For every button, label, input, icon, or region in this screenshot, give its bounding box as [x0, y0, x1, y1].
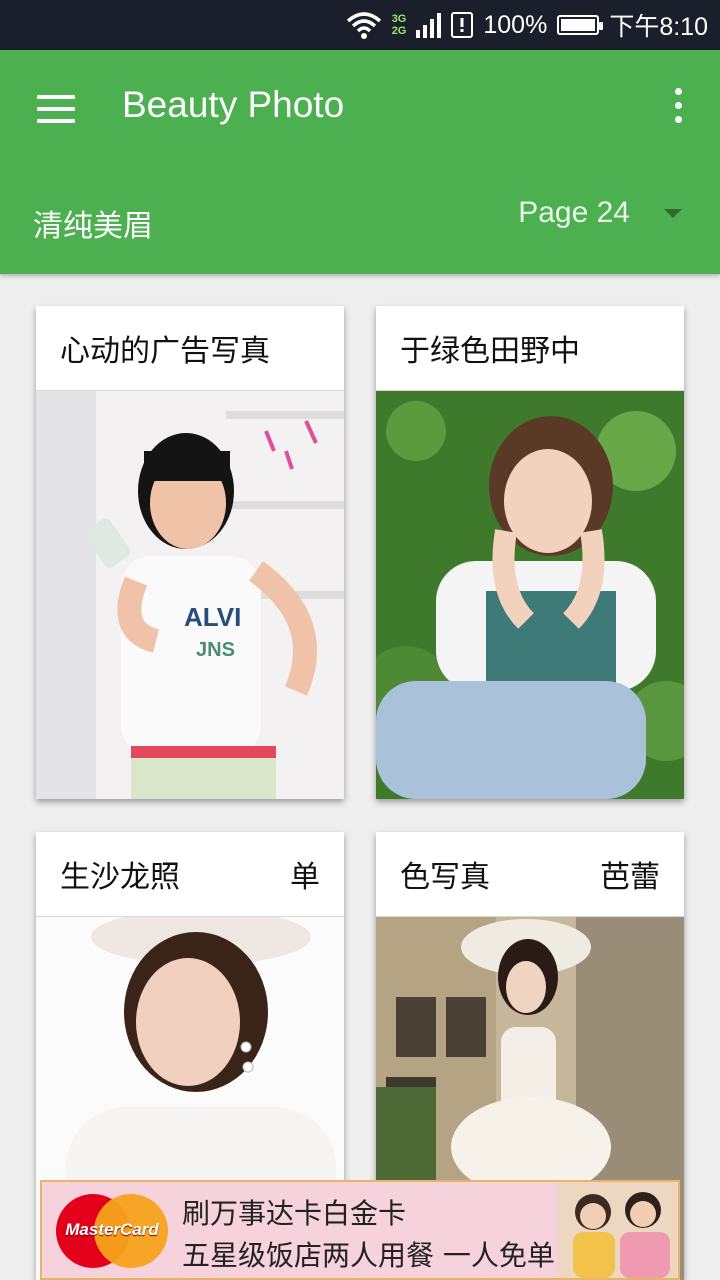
app-title: Beauty Photo	[122, 84, 345, 125]
card-title-extra: 单	[290, 860, 320, 895]
more-vert-icon[interactable]	[666, 86, 690, 126]
card-title: 色写真 芭蕾	[376, 832, 684, 917]
battery-icon	[557, 15, 604, 35]
ad-subline: 五星级饭店两人用餐 一人免单	[182, 1239, 555, 1272]
sim-alert-icon	[451, 12, 474, 38]
status-bar: 3G 2G 100% 下午8:10	[0, 0, 720, 50]
category-label: 清纯美眉	[33, 209, 153, 244]
card-title: 生沙龙照 单	[36, 832, 344, 917]
page-label: Page 24	[518, 196, 630, 229]
battery-percent: 100%	[483, 10, 548, 39]
hamburger-menu-icon[interactable]	[22, 76, 88, 142]
ad-image	[558, 1182, 678, 1278]
card-title: 于绿色田野中	[376, 306, 684, 391]
card-title-text: 生沙龙照	[60, 860, 180, 895]
card-title-text: 于绿色田野中	[400, 334, 580, 369]
photo-image	[376, 391, 684, 799]
app-bar: Beauty Photo 清纯美眉 Page 24	[0, 50, 720, 274]
ad-brand: MasterCard	[65, 1220, 159, 1239]
card-title-text: 心动的广告写真	[60, 334, 270, 369]
signal-icon	[416, 12, 442, 38]
dropdown-arrow-icon	[664, 208, 682, 218]
network-3g-label: 3G	[391, 13, 407, 25]
network-type: 3G 2G	[392, 13, 407, 37]
mastercard-logo: MasterCard	[56, 1194, 168, 1268]
photo-image: ALVI JNS	[36, 391, 344, 799]
clock: 下午8:10	[609, 13, 708, 41]
wifi-icon	[346, 11, 382, 39]
card-title: 心动的广告写真	[36, 306, 344, 391]
svg-text:JNS: JNS	[196, 639, 235, 661]
photo-card[interactable]: 心动的广告写真 ALVI JNS	[36, 306, 344, 799]
svg-text:ALVI: ALVI	[184, 602, 241, 632]
card-title-extra: 芭蕾	[600, 860, 660, 895]
ad-headline: 刷万事达卡白金卡	[182, 1197, 407, 1230]
page-selector[interactable]: Page 24	[518, 196, 682, 230]
network-2g-label: 2G	[391, 25, 407, 37]
photo-card[interactable]: 于绿色田野中	[376, 306, 684, 799]
ad-banner[interactable]: MasterCard 刷万事达卡白金卡 五星级饭店两人用餐 一人免单	[40, 1180, 680, 1280]
card-title-text: 色写真	[400, 860, 490, 895]
